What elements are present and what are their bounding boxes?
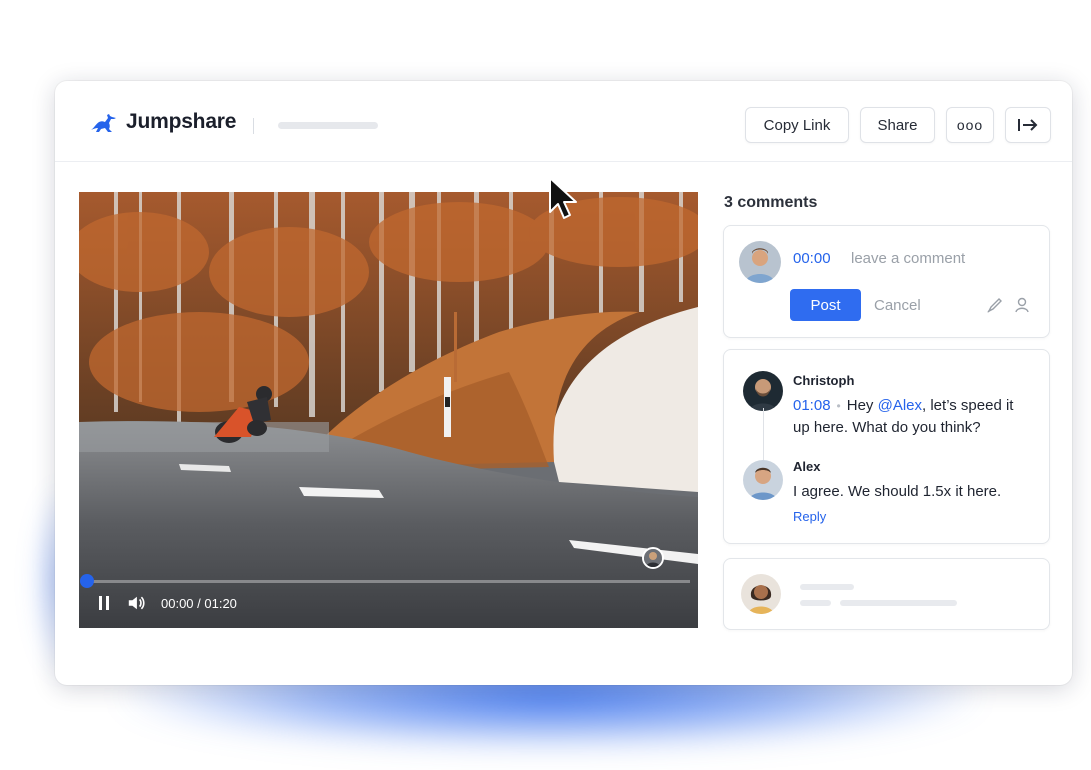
user-photo (743, 371, 783, 411)
user-icon[interactable] (1013, 296, 1031, 314)
player-controls: 00:00 / 01:20 (95, 594, 237, 612)
brand-name: Jumpshare (126, 110, 237, 133)
volume-button[interactable] (127, 594, 145, 612)
pause-button[interactable] (95, 594, 113, 612)
exit-button[interactable] (1005, 107, 1051, 143)
more-options-button[interactable]: ooo (946, 107, 994, 143)
app-window: Jumpshare Copy Link Share ooo 00:00 / 01… (55, 81, 1072, 685)
video-frame (79, 192, 698, 628)
reply-link[interactable]: Reply (793, 509, 826, 524)
thread-connector (763, 408, 764, 464)
pause-icon (99, 596, 109, 610)
progress-handle[interactable] (80, 574, 94, 588)
mouse-pointer-icon (549, 177, 577, 219)
cancel-button[interactable]: Cancel (874, 297, 921, 314)
comment-input[interactable]: leave a comment (851, 250, 965, 267)
mention-link[interactable]: @Alex (878, 397, 922, 414)
kangaroo-icon (91, 114, 116, 132)
avatar (743, 371, 783, 411)
share-button[interactable]: Share (860, 107, 935, 143)
avatar (739, 241, 781, 283)
time-display: 00:00 / 01:20 (161, 595, 237, 611)
volume-icon (128, 596, 145, 610)
pen-icon[interactable] (986, 296, 1004, 314)
avatar (741, 574, 781, 614)
avatar-image (644, 549, 662, 567)
placeholder-line (840, 600, 957, 606)
separator-dot: • (836, 399, 841, 413)
brand-logo[interactable]: Jumpshare (88, 110, 236, 134)
comments-count: 3 comments (724, 194, 818, 211)
user-photo (739, 241, 781, 283)
comment-placeholder-card (723, 558, 1050, 630)
comment-text: I agree. We should 1.5x it here. (793, 483, 1002, 500)
header-divider (253, 118, 254, 134)
user-photo (743, 460, 783, 500)
post-button[interactable]: Post (790, 289, 861, 321)
exit-arrow-icon (1018, 119, 1038, 131)
comment-timestamp[interactable]: 01:08 (793, 397, 831, 414)
comment-author: Christoph (793, 373, 855, 388)
comment-composer: 00:00 leave a comment Post Cancel (723, 225, 1050, 338)
comment-thread: Christoph 01:08 • Hey @Alex, let’s speed i… (723, 349, 1050, 544)
comment-text: 01:08 • Hey @Alex, let’s speed it up here.… (793, 397, 1014, 436)
composer-timestamp[interactable]: 00:00 (793, 250, 831, 267)
video-player[interactable]: 00:00 / 01:20 (79, 192, 698, 628)
placeholder-line (800, 584, 854, 590)
comment-marker-avatar[interactable] (642, 547, 664, 569)
placeholder-line (800, 600, 831, 606)
progress-bar[interactable] (87, 580, 690, 583)
more-options-icon: ooo (956, 117, 984, 133)
avatar (743, 460, 783, 500)
file-title-placeholder (278, 122, 378, 129)
copy-link-button[interactable]: Copy Link (745, 107, 849, 143)
top-bar: Jumpshare Copy Link Share ooo (55, 81, 1072, 162)
comment-author: Alex (793, 459, 821, 474)
user-photo (741, 574, 781, 614)
